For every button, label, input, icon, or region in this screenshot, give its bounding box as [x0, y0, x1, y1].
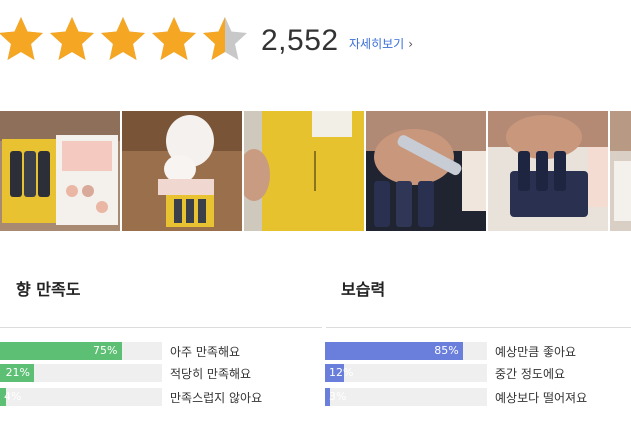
moisture-title: 보습력 [341, 280, 386, 299]
star-half-icon [200, 14, 250, 64]
scent-section: 향 만족도 [16, 276, 80, 300]
moisture-option-1: 85% 예상만큼 좋아요 [325, 342, 625, 360]
moisture-option-label: 예상보다 떨어져요 [495, 391, 588, 405]
scent-divider [0, 327, 322, 328]
bar-track [325, 388, 487, 406]
moisture-section: 보습력 [341, 276, 385, 300]
bar-track [0, 388, 162, 406]
view-details-label: 자세히보기 [349, 37, 405, 51]
star-full-icon [0, 14, 46, 64]
scent-bar-percent: 4% [4, 390, 22, 403]
rating-summary: 2,552 자세히보기 › [0, 14, 631, 66]
view-details-link[interactable]: 자세히보기 › [349, 35, 413, 52]
review-photo-2[interactable] [122, 111, 242, 231]
moisture-bar-percent: 3% [329, 390, 347, 403]
star-rating [0, 14, 251, 64]
scent-option-label: 아주 만족해요 [170, 345, 241, 359]
star-full-icon [149, 14, 199, 64]
review-photo-4[interactable] [366, 111, 486, 231]
review-photo-5[interactable] [488, 111, 608, 231]
moisture-bar-percent: 12% [329, 366, 354, 379]
review-count: 2,552 [261, 24, 339, 57]
scent-option-label: 만족스럽지 않아요 [170, 391, 263, 405]
review-photo-gallery [0, 111, 631, 231]
scent-option-3: 4% 만족스럽지 않아요 [0, 388, 320, 406]
moisture-option-label: 중간 정도에요 [495, 367, 566, 381]
scent-bar-percent: 21% [5, 366, 31, 379]
scent-option-label: 적당히 만족해요 [170, 367, 252, 381]
scent-bar-percent: 75% [93, 344, 118, 357]
moisture-option-3: 3% 예상보다 떨어져요 [325, 388, 625, 406]
review-photo-3[interactable] [244, 111, 364, 231]
scent-title: 향 만족도 [16, 280, 81, 299]
moisture-option-2: 12% 중간 정도에요 [325, 364, 625, 382]
review-photo-1[interactable] [0, 111, 120, 231]
moisture-option-label: 예상만큼 좋아요 [495, 345, 577, 359]
chevron-right-icon: › [408, 36, 414, 51]
star-full-icon [47, 14, 97, 64]
scent-option-2: 21% 적당히 만족해요 [0, 364, 320, 382]
moisture-bar-percent: 85% [434, 344, 459, 357]
scent-option-1: 75% 아주 만족해요 [0, 342, 320, 360]
review-photo-6[interactable] [610, 111, 631, 231]
moisture-divider [326, 327, 631, 328]
star-full-icon [98, 14, 148, 64]
